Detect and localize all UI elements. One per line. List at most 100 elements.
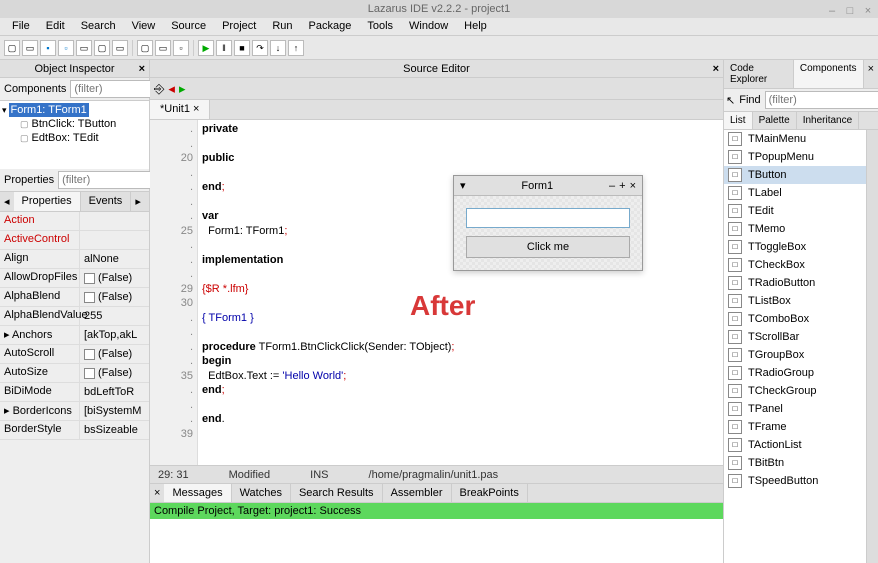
component-item[interactable]: □TRadioGroup	[724, 364, 866, 382]
component-item[interactable]: □TSpeedButton	[724, 472, 866, 490]
menu-file[interactable]: File	[4, 18, 38, 35]
close-icon[interactable]: ×	[862, 2, 874, 14]
tab-messages[interactable]: Messages	[164, 484, 231, 502]
property-row[interactable]: ▸ Anchors[akTop,akL	[0, 326, 149, 345]
pause-icon[interactable]: ‖	[216, 40, 232, 56]
close-icon[interactable]: ×	[864, 60, 878, 88]
component-item[interactable]: □TPanel	[724, 400, 866, 418]
click-me-button[interactable]: Click me	[466, 236, 630, 258]
menu-tools[interactable]: Tools	[359, 18, 401, 35]
component-item[interactable]: □TListBox	[724, 292, 866, 310]
property-row[interactable]: AllowDropFiles(False)	[0, 269, 149, 288]
tab-breakpoints[interactable]: BreakPoints	[452, 484, 528, 502]
stepinto-icon[interactable]: ↓	[270, 40, 286, 56]
toggle-icon[interactable]: ▢	[137, 40, 153, 56]
component-item[interactable]: □TCheckGroup	[724, 382, 866, 400]
form-menu-icon[interactable]: ▾	[458, 179, 468, 192]
property-row[interactable]: BiDiModebdLeftToR	[0, 383, 149, 402]
maximize-icon[interactable]: +	[617, 180, 627, 192]
tab-search-results[interactable]: Search Results	[291, 484, 383, 502]
component-item[interactable]: □TBitBtn	[724, 454, 866, 472]
property-row[interactable]: ActiveControl	[0, 231, 149, 250]
nav-fwd-icon[interactable]: ▸	[179, 81, 186, 97]
property-grid[interactable]: ActionActiveControlAlignalNoneAllowDropF…	[0, 212, 149, 563]
property-row[interactable]: BorderStylebsSizeable	[0, 421, 149, 440]
tree-item[interactable]: BtnClick: TButton	[2, 117, 147, 131]
property-row[interactable]: AlphaBlend(False)	[0, 288, 149, 307]
edtbox-input[interactable]	[466, 208, 630, 228]
tab-close-icon[interactable]: ×	[193, 103, 199, 115]
stepout-icon[interactable]: ↑	[288, 40, 304, 56]
component-list[interactable]: □TMainMenu□TPopupMenu□TButton□TLabel□TEd…	[724, 130, 866, 563]
close-icon[interactable]: ×	[139, 60, 145, 78]
stepover-icon[interactable]: ↷	[252, 40, 268, 56]
component-item[interactable]: □TButton	[724, 166, 866, 184]
component-item[interactable]: □TComboBox	[724, 310, 866, 328]
open2-icon[interactable]: ▭	[76, 40, 92, 56]
new-icon[interactable]: ▢	[4, 40, 20, 56]
property-row[interactable]: Action	[0, 212, 149, 231]
tab-prev-icon[interactable]: ◂	[0, 192, 14, 211]
tree-selected[interactable]: Form1: TForm1	[9, 103, 89, 117]
component-item[interactable]: □TLabel	[724, 184, 866, 202]
menu-view[interactable]: View	[124, 18, 164, 35]
tab-next-icon[interactable]: ▸	[131, 192, 145, 211]
component-find-input[interactable]	[765, 91, 878, 109]
component-item[interactable]: □TActionList	[724, 436, 866, 454]
save-icon[interactable]: ▪	[40, 40, 56, 56]
saveall-icon[interactable]: ▫	[58, 40, 74, 56]
new2-icon[interactable]: ▢	[94, 40, 110, 56]
stop-icon[interactable]: ■	[234, 40, 250, 56]
component-item[interactable]: □TGroupBox	[724, 346, 866, 364]
messages-body[interactable]: Compile Project, Target: project1: Succe…	[150, 503, 723, 563]
tab-list[interactable]: List	[724, 112, 753, 129]
tree-item[interactable]: EdtBox: TEdit	[2, 131, 147, 145]
component-item[interactable]: □TMainMenu	[724, 130, 866, 148]
tab-watches[interactable]: Watches	[232, 484, 291, 502]
menu-source[interactable]: Source	[163, 18, 214, 35]
minimize-icon[interactable]: –	[826, 2, 838, 14]
scrollbar[interactable]	[866, 130, 878, 563]
component-item[interactable]: □TFrame	[724, 418, 866, 436]
forms-icon[interactable]: ▫	[173, 40, 189, 56]
property-row[interactable]: ▸ BorderIcons[biSystemM	[0, 402, 149, 421]
component-item[interactable]: □TToggleBox	[724, 238, 866, 256]
form-designer-window[interactable]: ▾ Form1 – + × Click me	[453, 175, 643, 271]
nav-back-icon[interactable]: ◂	[168, 81, 175, 97]
menu-window[interactable]: Window	[401, 18, 456, 35]
close-icon[interactable]: ×	[150, 484, 164, 502]
menu-project[interactable]: Project	[214, 18, 264, 35]
units-icon[interactable]: ▭	[155, 40, 171, 56]
editor-tab-unit1[interactable]: *Unit1 ×	[150, 100, 210, 119]
property-row[interactable]: AlignalNone	[0, 250, 149, 269]
close-icon[interactable]: ×	[713, 60, 719, 78]
maximize-icon[interactable]: □	[844, 2, 856, 14]
component-item[interactable]: □TScrollBar	[724, 328, 866, 346]
tab-palette[interactable]: Palette	[753, 112, 797, 129]
component-item[interactable]: □TMemo	[724, 220, 866, 238]
run-icon[interactable]: ▶	[198, 40, 214, 56]
menu-search[interactable]: Search	[73, 18, 124, 35]
menu-help[interactable]: Help	[456, 18, 495, 35]
property-row[interactable]: AutoSize(False)	[0, 364, 149, 383]
menu-run[interactable]: Run	[264, 18, 300, 35]
property-row[interactable]: AlphaBlendValue255	[0, 307, 149, 326]
form-icon[interactable]: ▭	[112, 40, 128, 56]
pointer-icon[interactable]: ↖	[726, 94, 735, 107]
open-icon[interactable]: ▭	[22, 40, 38, 56]
component-item[interactable]: □TPopupMenu	[724, 148, 866, 166]
menu-package[interactable]: Package	[301, 18, 360, 35]
tab-components[interactable]: Components	[794, 60, 864, 88]
close-icon[interactable]: ×	[628, 180, 638, 192]
component-item[interactable]: □TEdit	[724, 202, 866, 220]
tab-properties[interactable]: Properties	[14, 192, 81, 211]
component-tree[interactable]: ▾Form1: TForm1 BtnClick: TButtonEdtBox: …	[0, 101, 149, 169]
component-item[interactable]: □TRadioButton	[724, 274, 866, 292]
tab-inheritance[interactable]: Inheritance	[797, 112, 859, 129]
tab-events[interactable]: Events	[81, 192, 132, 211]
property-row[interactable]: AutoScroll(False)	[0, 345, 149, 364]
component-item[interactable]: □TCheckBox	[724, 256, 866, 274]
tab-assembler[interactable]: Assembler	[383, 484, 452, 502]
tab-code-explorer[interactable]: Code Explorer	[724, 60, 794, 88]
minimize-icon[interactable]: –	[607, 180, 617, 192]
